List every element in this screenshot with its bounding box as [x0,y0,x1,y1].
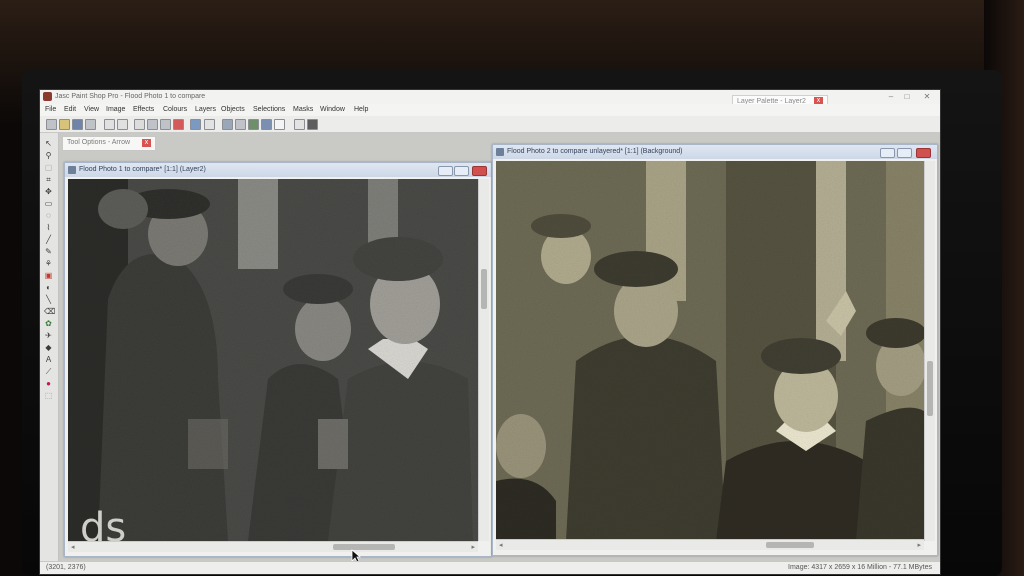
app-title: Jasc Paint Shop Pro - Flood Photo 1 to c… [55,93,206,100]
grid-icon[interactable] [222,119,233,130]
blank-icon[interactable] [274,119,285,130]
tool-palette: ↖ ⚲ ▢ ⌗ ✥ ▭ ◌ ⌇ ╱ ✎ ⚘ ▣ ◐ ╲ ⌫ ✿ ✈ ◆ A ⟋ … [40,133,59,563]
retouch-icon[interactable]: ◐ [44,283,53,292]
menu-colours[interactable]: Colours [163,106,187,113]
paint-brush-icon[interactable]: ✎ [44,247,53,256]
image-left-hscroll-thumb[interactable] [333,544,395,550]
flood-fill-icon[interactable]: ◆ [44,343,53,352]
text-tool-icon[interactable]: A [44,355,53,364]
menu-masks[interactable]: Masks [293,106,313,113]
flood-photo-2-canvas[interactable] [496,161,924,541]
tool-options-palette[interactable]: Tool Options - Arrow x [62,136,156,151]
paste-icon[interactable] [160,119,171,130]
menu-view[interactable]: View [84,106,99,113]
image-doc-icon [496,148,504,156]
scratch-remover-icon[interactable]: ╲ [44,295,53,304]
flood-photo-1-image: ds [68,179,478,541]
save-icon[interactable] [72,119,83,130]
image-right-maximize-button[interactable] [897,148,912,158]
image-right-horizontal-scrollbar[interactable]: ◂ ▸ [496,539,924,550]
open-folder-icon[interactable] [59,119,70,130]
image-window-right-titlebar[interactable]: Flood Photo 2 to compare unlayered* [1:1… [493,145,937,159]
image-right-vertical-scrollbar[interactable] [924,161,935,541]
menu-bar: File Edit View Image Effects Colours Lay… [40,104,940,116]
image-right-hscroll-thumb[interactable] [766,542,814,548]
arrow-tool-icon[interactable]: ↖ [44,139,53,148]
scroll-left-arrow-icon[interactable]: ◂ [71,543,75,551]
list-icon[interactable] [235,119,246,130]
scroll-right-arrow-icon[interactable]: ▸ [471,543,475,551]
tool-options-label: Tool Options - Arrow [67,139,131,146]
undo-icon[interactable] [104,119,115,130]
image-left-maximize-button[interactable] [454,166,469,176]
image-window-left-title: Flood Photo 1 to compare* [1:1] (Layer2) [79,166,206,173]
camera-icon[interactable] [307,119,318,130]
menu-edit[interactable]: Edit [64,106,76,113]
dropper-icon[interactable]: ╱ [44,235,53,244]
cut-icon[interactable] [134,119,145,130]
copy-icon[interactable] [147,119,158,130]
disabled-tool-icon[interactable] [204,119,215,130]
help-pointer-icon[interactable] [294,119,305,130]
image-doc-icon [68,166,76,174]
monitor-screen: Jasc Paint Shop Pro - Flood Photo 1 to c… [40,90,940,574]
clone-brush-icon[interactable]: ⚘ [44,259,53,268]
menu-objects[interactable]: Objects [221,106,245,113]
image-left-horizontal-scrollbar[interactable]: ◂ ▸ [68,541,478,552]
vector-object-icon[interactable]: ⬚ [44,391,53,400]
flood-photo-1-canvas[interactable]: ds [68,179,478,541]
close-button[interactable]: ✕ [920,90,934,104]
menu-layers[interactable]: Layers [195,106,216,113]
image-window-right[interactable]: Flood Photo 2 to compare unlayered* [1:1… [492,144,938,556]
selection-tool-icon[interactable]: ▭ [44,199,53,208]
cursor-coordinates: (3201, 2376) [46,564,86,571]
redo-icon[interactable] [117,119,128,130]
minimize-button[interactable]: – [884,90,898,104]
window-icon[interactable] [261,119,272,130]
maximize-button[interactable]: □ [900,90,914,104]
image-window-right-title: Flood Photo 2 to compare unlayered* [1:1… [507,148,683,155]
main-toolbar [40,116,940,133]
menu-selections[interactable]: Selections [253,106,285,113]
image-left-vertical-scrollbar[interactable] [478,179,489,541]
tool-options-close-button[interactable]: x [142,139,151,147]
menu-image[interactable]: Image [106,106,125,113]
freehand-tool-icon[interactable]: ◌ [44,211,53,220]
image-left-vscroll-thumb[interactable] [481,269,487,309]
print-icon[interactable] [85,119,96,130]
color-replacer-icon[interactable]: ▣ [44,271,53,280]
picture-tube-icon[interactable]: ✿ [44,319,53,328]
image-right-vscroll-thumb[interactable] [927,361,933,416]
magic-wand-icon[interactable]: ⌇ [44,223,53,232]
preset-shapes-icon[interactable]: ● [44,379,53,388]
scroll-left-arrow-icon[interactable]: ◂ [499,541,503,549]
deform-tool-icon[interactable]: ▢ [44,163,53,172]
image-icon[interactable] [248,119,259,130]
eraser-icon[interactable]: ⌫ [44,307,55,316]
menu-effects[interactable]: Effects [133,106,154,113]
menu-file[interactable]: File [45,106,56,113]
zoom-tool-icon[interactable]: ⚲ [44,151,53,160]
airbrush-icon[interactable]: ✈ [44,331,53,340]
image-right-close-button[interactable] [916,148,931,158]
menu-window[interactable]: Window [320,106,345,113]
screen-icon[interactable] [190,119,201,130]
image-info: Image: 4317 x 2659 x 16 Million - 77.1 M… [788,564,932,571]
mover-tool-icon[interactable]: ✥ [44,187,53,196]
photo-caption-text: ds [80,505,126,541]
app-icon [43,92,52,101]
menu-help[interactable]: Help [354,106,368,113]
flood-photo-2-image [496,161,924,541]
paste-new-icon[interactable] [173,119,184,130]
new-file-icon[interactable] [46,119,57,130]
draw-tool-icon[interactable]: ⟋ [44,367,53,376]
image-window-left[interactable]: Flood Photo 1 to compare* [1:1] (Layer2) [64,162,492,557]
image-window-left-titlebar[interactable]: Flood Photo 1 to compare* [1:1] (Layer2) [65,163,491,177]
image-left-minimize-button[interactable] [438,166,453,176]
image-left-close-button[interactable] [472,166,487,176]
image-right-minimize-button[interactable] [880,148,895,158]
scroll-right-arrow-icon[interactable]: ▸ [917,541,921,549]
status-bar: (3201, 2376) Image: 4317 x 2659 x 16 Mil… [40,561,940,574]
crop-tool-icon[interactable]: ⌗ [44,175,53,184]
